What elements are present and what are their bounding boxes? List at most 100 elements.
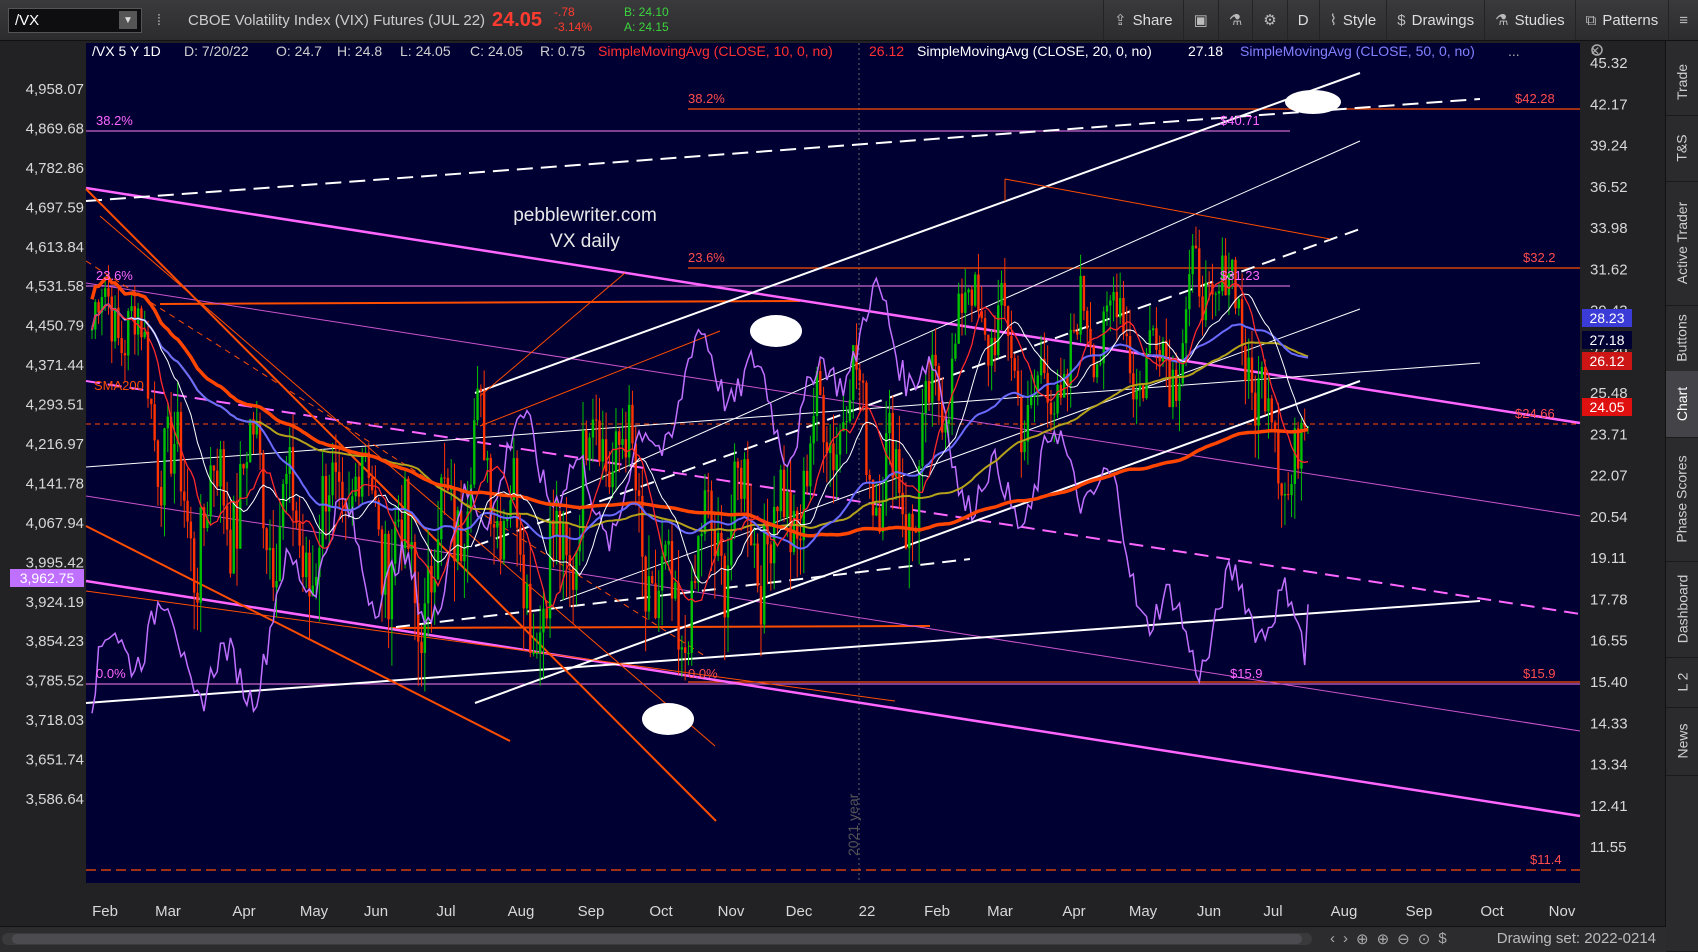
candle-body [1296, 428, 1300, 469]
candle-body [997, 305, 1000, 356]
candle-body [146, 331, 150, 399]
scrollbar-thumb[interactable] [12, 934, 1302, 944]
candle-body [341, 481, 344, 500]
candle-body [245, 462, 249, 469]
time-scrollbar[interactable] [2, 933, 1312, 945]
candle-body [453, 487, 456, 562]
candle-body [611, 471, 614, 488]
candle-body [1270, 398, 1273, 423]
side-tab-l-2[interactable]: L 2 [1666, 657, 1698, 708]
drawings-button[interactable]: $ Drawings [1386, 0, 1484, 40]
x-axis-label: Feb [924, 903, 950, 920]
side-tab-active-trader[interactable]: Active Trader [1666, 181, 1698, 306]
x-axis-label: 22 [859, 903, 876, 920]
candle-body [743, 459, 746, 499]
drawings-label: Drawings [1411, 11, 1475, 29]
scroll-right-icon[interactable]: › [1343, 930, 1348, 948]
candle-body [924, 381, 927, 414]
period-button[interactable]: D [1286, 0, 1319, 40]
side-tab-news[interactable]: News [1666, 707, 1698, 776]
candle-body [720, 532, 723, 556]
flask-button[interactable]: ⚗ [1217, 0, 1252, 40]
candle-body [594, 419, 598, 421]
candle-body [736, 461, 740, 468]
symbol-input[interactable]: /VX ▼ [8, 7, 142, 33]
candle-body [130, 306, 133, 312]
candle-body [756, 543, 759, 586]
candle-body [950, 358, 954, 420]
candle-body [565, 521, 568, 556]
candle-body [120, 338, 123, 354]
x-axis-label: May [300, 903, 329, 920]
side-tab-chart[interactable]: Chart [1666, 371, 1698, 438]
candle-body [631, 404, 634, 444]
snapshot-button[interactable]: ▣ [1182, 0, 1218, 40]
candle-body [324, 476, 328, 512]
candle-body [107, 288, 110, 297]
menu-button[interactable]: ≡ [1668, 0, 1698, 40]
candle-body [1023, 441, 1026, 453]
scroll-left-icon[interactable]: ‹ [1330, 930, 1335, 948]
candle-body [166, 416, 169, 429]
sma200-tag: SMA200 [94, 378, 144, 393]
candle-body [753, 543, 756, 546]
candle-body [713, 529, 717, 557]
candle-body [588, 437, 591, 460]
price-tag-159-right: $15.9 [1523, 666, 1556, 681]
reset-zoom-icon[interactable]: ⊙ [1418, 930, 1431, 948]
zoom-out-icon[interactable]: ⊖ [1397, 930, 1410, 948]
candle-body [397, 519, 400, 522]
candle-body [687, 652, 690, 654]
left-axis-tick: 4,958.07 [26, 81, 84, 98]
x-axis-label: Mar [155, 903, 181, 920]
change-block: -.78 -3.14% [554, 5, 624, 35]
candle-body [954, 343, 957, 359]
sma50-badge-text: 28.23 [1589, 310, 1624, 326]
candle-body [812, 416, 815, 444]
right-axis-tick: 14.33 [1590, 715, 1628, 732]
candle-body [209, 465, 212, 517]
last-price-badge-text: 24.05 [1589, 399, 1624, 415]
side-tab-t-s[interactable]: T&S [1666, 115, 1698, 182]
left-axis-tick: 3,718.03 [26, 712, 84, 729]
x-axis-label: Aug [508, 903, 535, 920]
candle-body [868, 474, 871, 480]
side-tab-trade[interactable]: Trade [1666, 49, 1698, 116]
side-tab-label: Trade [1674, 63, 1690, 101]
side-tab-buttons[interactable]: Buttons [1666, 305, 1698, 372]
candle-body [113, 307, 117, 342]
settings-button[interactable]: ⚙ [1252, 0, 1286, 40]
share-button[interactable]: ⇪ Share [1103, 0, 1183, 40]
candle-body [861, 380, 865, 383]
patterns-button[interactable]: ⧉ Patterns [1574, 0, 1669, 40]
zoom-in-icon[interactable]: ⊕ [1377, 930, 1390, 948]
bottom-bar: ‹ › ⊕ ⊕ ⊖ ⊙ $ Drawing set: 2022-0214 [0, 926, 1666, 952]
pan-icon[interactable]: ⊕ [1356, 930, 1369, 948]
candle-body [1026, 405, 1030, 442]
candle-body [1277, 431, 1280, 484]
candle-body [430, 565, 433, 593]
candle-body [604, 439, 608, 472]
style-button[interactable]: ⌇ Style [1318, 0, 1387, 40]
drawing-set-label[interactable]: Drawing set: 2022-0214 [1497, 930, 1656, 947]
candle-body [275, 580, 278, 588]
candle-body [1168, 358, 1171, 408]
side-tab-label: Buttons [1674, 314, 1691, 362]
candle-body [799, 538, 802, 541]
legend-sma20-value: 27.18 [1188, 43, 1223, 59]
price-chart[interactable]: /VX 5 Y 1D D: 7/20/22 O: 24.7 H: 24.8 L:… [0, 41, 1666, 926]
chart-area[interactable]: /VX 5 Y 1D D: 7/20/22 O: 24.7 H: 24.8 L:… [0, 41, 1666, 951]
side-tab-dashboard[interactable]: Dashboard [1666, 561, 1698, 658]
candle-body [183, 491, 186, 501]
chevron-down-icon[interactable]: ▼ [119, 11, 137, 29]
candle-body [618, 431, 621, 445]
link-icon[interactable]: ⁞ [148, 12, 170, 29]
candle-body [1128, 336, 1132, 374]
candle-body [143, 331, 146, 338]
dollar-scale-icon[interactable]: $ [1438, 930, 1446, 948]
price-tag-322: $32.2 [1523, 250, 1556, 265]
price-tag-114: $11.4 [1530, 852, 1562, 867]
studies-button[interactable]: ⚗ Studies [1484, 0, 1575, 40]
side-tab-phase-scores[interactable]: Phase Scores [1666, 437, 1698, 562]
candle-body [1053, 413, 1056, 415]
